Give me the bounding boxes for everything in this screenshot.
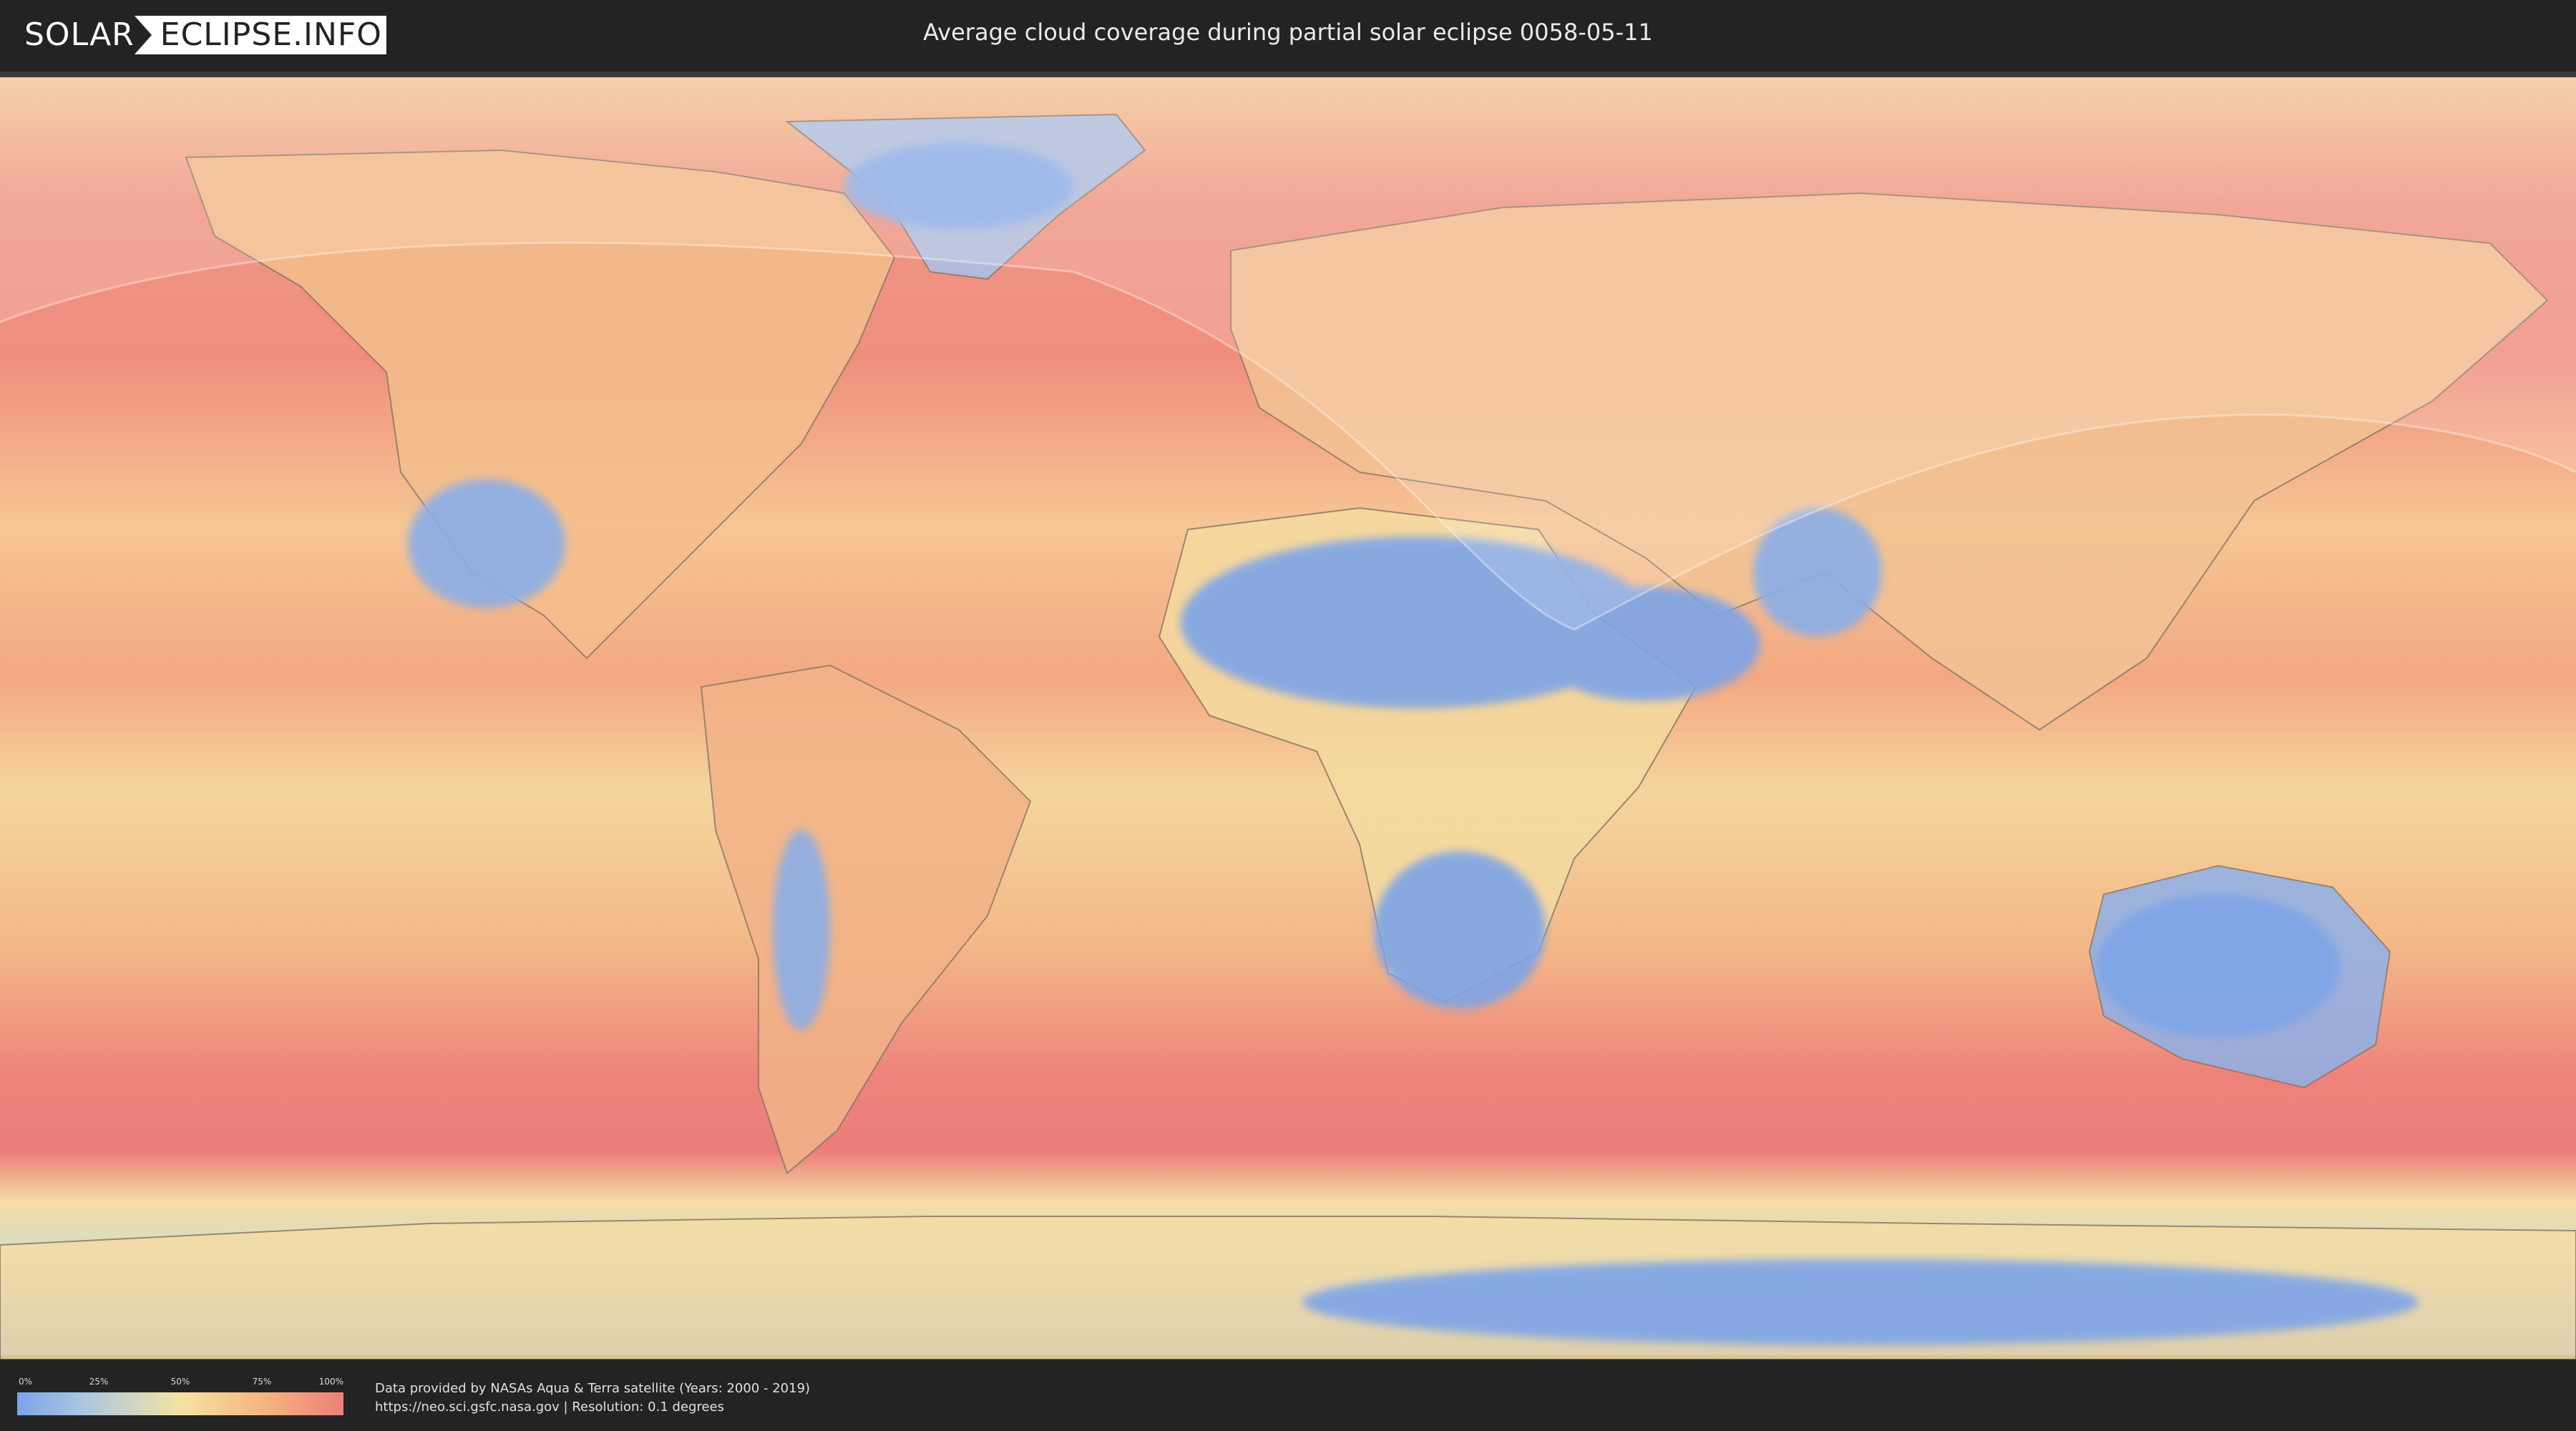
data-credits: Data provided by NASAs Aqua & Terra sate… [375, 1379, 810, 1417]
legend-tick-labels: 0% 25% 50% 75% 100% [17, 1377, 343, 1390]
footer: 0% 25% 50% 75% 100% Data provided by NAS… [0, 1359, 2576, 1431]
andes-low-cloud [773, 830, 830, 1030]
world-map-svg [0, 77, 2576, 1359]
page-title: Average cloud coverage during partial so… [923, 19, 1653, 46]
legend-color-bar [17, 1392, 343, 1415]
antarctic-low-cloud [1302, 1259, 2419, 1345]
header: SOLAR ECLIPSE.INFO Average cloud coverag… [0, 0, 2576, 72]
cloud-coverage-map [0, 72, 2576, 1359]
cloud-coverage-legend: 0% 25% 50% 75% 100% [17, 1377, 343, 1415]
app-root: SOLAR ECLIPSE.INFO Average cloud coverag… [0, 0, 2576, 1431]
legend-tick-50: 50% [170, 1377, 190, 1387]
southern-africa-low-cloud [1374, 851, 1546, 1009]
legend-tick-0: 0% [19, 1377, 33, 1387]
legend-tick-25: 25% [89, 1377, 109, 1387]
southwest-us-low-cloud [408, 479, 565, 608]
credit-line-url: https://neo.sci.gsfc.nasa.gov | Resoluti… [375, 1400, 724, 1415]
legend-tick-75: 75% [252, 1377, 272, 1387]
australia-low-cloud [2097, 894, 2340, 1037]
credit-line-source: Data provided by NASAs Aqua & Terra sate… [375, 1381, 811, 1396]
legend-tick-100: 100% [318, 1377, 343, 1387]
